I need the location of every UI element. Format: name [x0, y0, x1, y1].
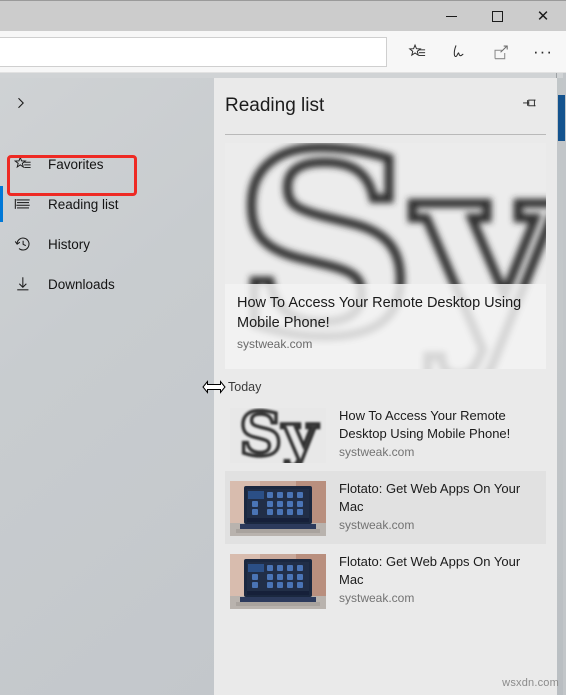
list-item-text: Flotato: Get Web Apps On Your Mac systwe… — [339, 553, 538, 605]
svg-text:Sy: Sy — [239, 408, 319, 463]
more-options-button[interactable]: ··· — [522, 32, 564, 72]
pin-pane-button[interactable] — [515, 92, 543, 120]
hub-nav-rail: Favorites Reading list History Downloads — [0, 78, 214, 695]
list-item-title: Flotato: Get Web Apps On Your Mac — [339, 481, 521, 514]
address-bar-input[interactable] — [0, 37, 387, 67]
list-item-thumbnail — [230, 481, 326, 536]
list-item-text: How To Access Your Remote Desktop Using … — [339, 407, 538, 459]
pane-divider — [225, 134, 546, 135]
featured-host: systweak.com — [237, 337, 313, 351]
list-item[interactable]: Sy How To Access Your Remote Desktop Usi… — [225, 398, 546, 471]
pane-header: Reading list — [214, 78, 557, 134]
maximize-icon — [491, 10, 503, 22]
close-button[interactable]: ✕ — [520, 1, 566, 31]
sidebar-item-favorites[interactable]: Favorites — [0, 144, 214, 184]
browser-window: ✕ ··· Favorites Reading list History Dow… — [0, 0, 566, 695]
list-item-title: How To Access Your Remote Desktop Using … — [339, 408, 511, 441]
web-note-icon — [450, 43, 469, 62]
reading-list-pane: Reading list Sy How To Access Your Remot… — [214, 78, 557, 695]
featured-reading-item[interactable]: Sy How To Access Your Remote Desktop Usi… — [225, 143, 546, 369]
list-item[interactable]: Flotato: Get Web Apps On Your Mac systwe… — [225, 471, 546, 544]
page-background-blue-accent — [558, 95, 565, 141]
share-button[interactable] — [480, 32, 522, 72]
group-label-today: Today — [228, 380, 262, 394]
list-item-host: systweak.com — [339, 518, 415, 532]
list-item-host: systweak.com — [339, 445, 415, 459]
list-item-thumbnail: Sy — [230, 408, 326, 463]
share-icon — [492, 43, 511, 62]
sidebar-item-label: Downloads — [48, 276, 115, 292]
toolbar-actions: ··· — [396, 31, 566, 73]
list-item[interactable]: Flotato: Get Web Apps On Your Mac systwe… — [225, 544, 546, 617]
list-item-title: Flotato: Get Web Apps On Your Mac — [339, 554, 521, 587]
minimize-icon — [445, 15, 457, 17]
more-options-icon: ··· — [533, 42, 553, 61]
history-icon — [14, 233, 40, 255]
reading-list-icon — [14, 193, 40, 215]
list-item-thumbnail — [230, 554, 326, 609]
sidebar-item-label: History — [48, 236, 91, 252]
macbook-desktop-photo-icon — [230, 554, 326, 609]
sidebar-item-reading-list[interactable]: Reading list — [0, 184, 214, 224]
featured-overlay: How To Access Your Remote Desktop Using … — [225, 284, 546, 369]
list-item-host: systweak.com — [339, 591, 415, 605]
sidebar-item-label: Reading list — [48, 196, 119, 212]
sidebar-item-downloads[interactable]: Downloads — [0, 264, 214, 304]
page-title: Reading list — [225, 95, 325, 116]
title-bar: ✕ — [0, 0, 566, 31]
sidebar-item-history[interactable]: History — [0, 224, 214, 264]
minimize-button[interactable] — [428, 1, 474, 31]
pin-icon — [521, 95, 538, 117]
downloads-icon — [14, 273, 40, 295]
hub-flyout: Favorites Reading list History Downloads… — [0, 78, 557, 695]
list-item-text: Flotato: Get Web Apps On Your Mac systwe… — [339, 480, 538, 532]
sidebar-item-label: Favorites — [48, 156, 104, 172]
maximize-button[interactable] — [474, 1, 520, 31]
favorites-icon — [14, 153, 40, 175]
expand-nav-button[interactable] — [0, 84, 214, 126]
watermark: wsxdn.com — [502, 677, 559, 689]
favorites-add-icon — [407, 43, 427, 62]
featured-title: How To Access Your Remote Desktop Using … — [237, 295, 522, 331]
systweak-sy-logo-icon: Sy — [230, 408, 326, 463]
macbook-desktop-photo-icon — [230, 481, 326, 536]
chevron-right-icon — [14, 96, 28, 115]
close-icon: ✕ — [536, 7, 550, 25]
web-note-button[interactable] — [438, 32, 480, 72]
favorites-add-button[interactable] — [396, 32, 438, 72]
